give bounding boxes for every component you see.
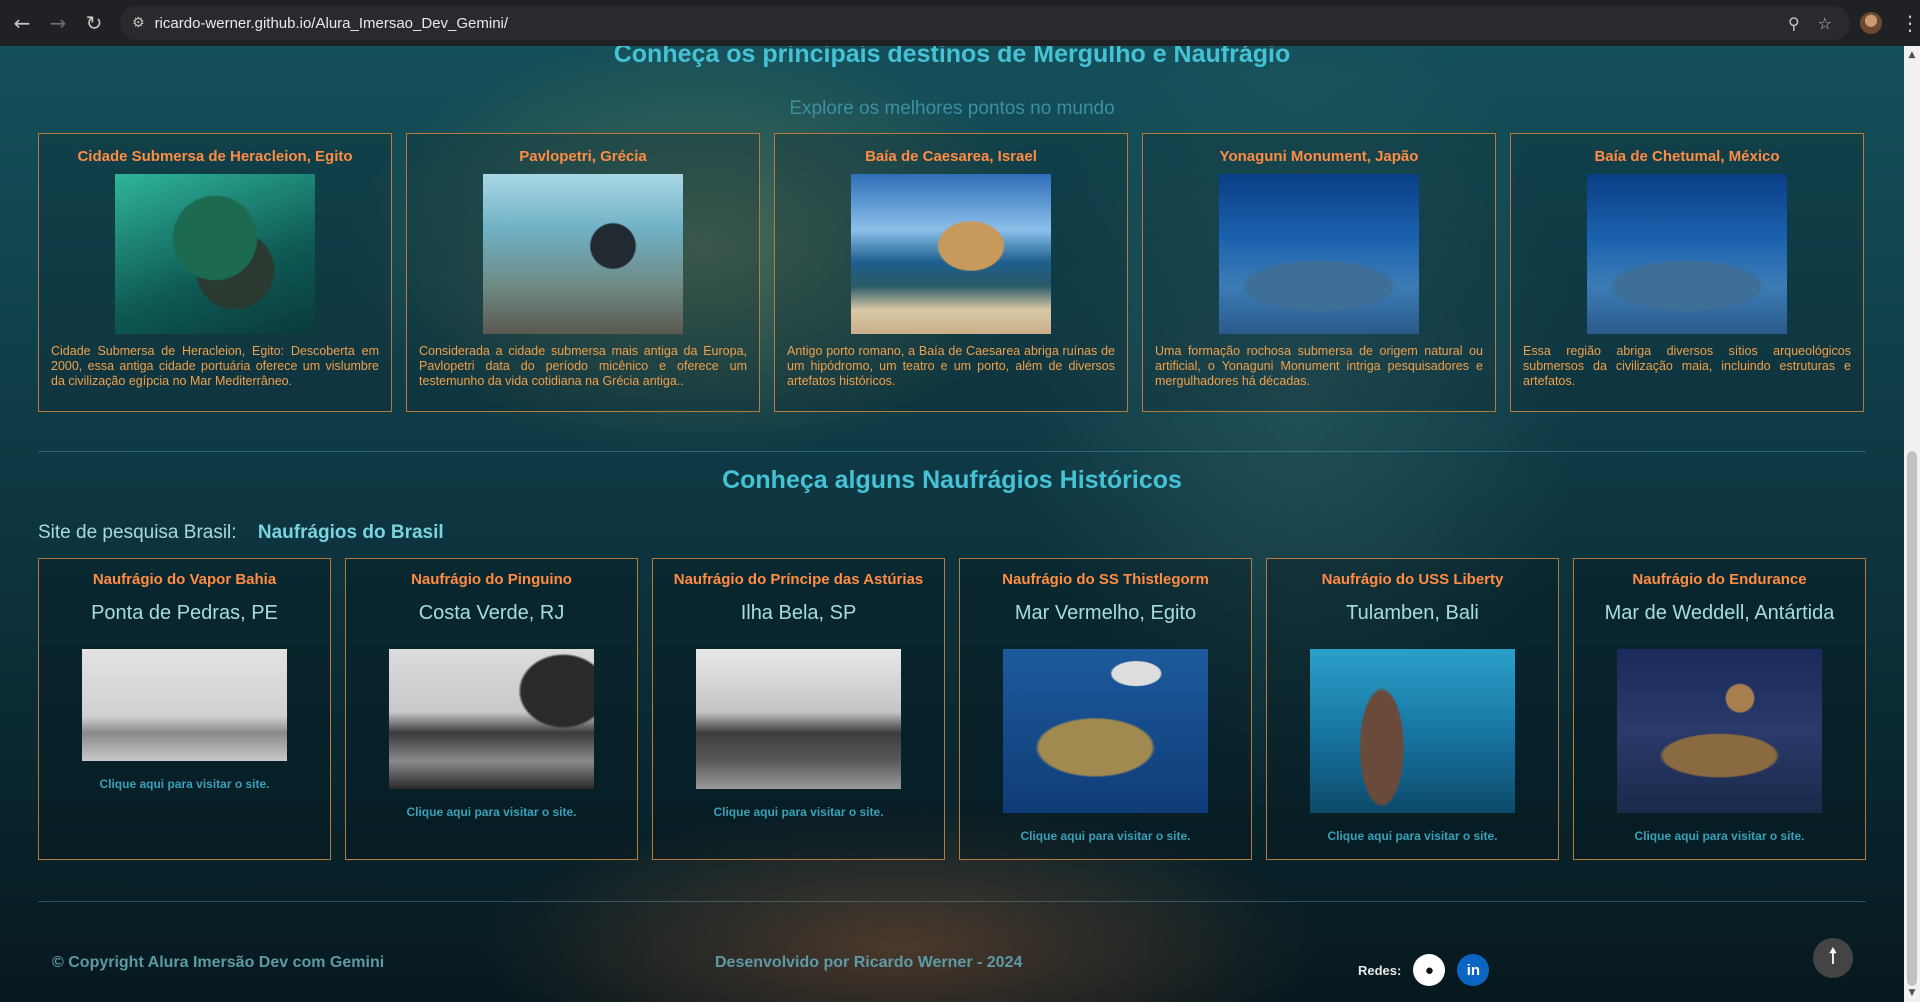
wreck-card: Naufrágio do Vapor Bahia Ponta de Pedras… [38,558,331,860]
destination-image [1219,174,1419,334]
back-button[interactable]: ← [4,5,40,41]
research-label: Site de pesquisa Brasil: [38,522,237,543]
destination-description: Cidade Submersa de Heracleion, Egito: De… [51,344,379,388]
scroll-up-arrow-icon[interactable]: ▲ [1907,50,1917,60]
back-to-top-button[interactable]: 🠕 [1813,938,1853,978]
wrecks-list: Naufrágio do Vapor Bahia Ponta de Pedras… [38,558,1866,860]
wreck-location: Ponta de Pedras, PE [91,602,278,624]
forward-button[interactable]: → [40,5,76,41]
destination-description: Uma formação rochosa submersa de origem … [1155,344,1483,388]
destination-title: Pavlopetri, Grécia [519,148,647,165]
star-icon[interactable]: ☆ [1818,14,1832,33]
destination-description: Antigo porto romano, a Baía de Caesarea … [787,344,1115,388]
research-link[interactable]: Naufrágios do Brasil [258,522,444,543]
wreck-title: Naufrágio do SS Thistlegorm [1002,571,1209,588]
developer-credit: Desenvolvido por Ricardo Werner - 2024 [715,954,1023,971]
destination-image [851,174,1051,334]
linkedin-icon[interactable]: in [1457,954,1490,986]
destination-description: Considerada a cidade submersa mais antig… [419,344,747,388]
wreck-location: Mar de Weddell, Antártida [1604,602,1835,624]
destination-image [483,174,683,334]
page-viewport: Conheça os principais destinos de Mergul… [0,46,1904,1002]
wreck-site-link[interactable]: Clique aqui para visitar o site. [99,777,269,791]
arrow-left-icon: ← [13,11,31,35]
footer-divider [38,901,1866,902]
scroll-thumb[interactable] [1907,451,1917,986]
page-scrollbar[interactable]: ▲ ▼ [1904,46,1920,1002]
wrecks-title: Conheça alguns Naufrágios Históricos [722,466,1182,494]
wreck-card: Naufrágio do SS Thistlegorm Mar Vermelho… [959,558,1252,860]
wreck-image [82,649,287,761]
scroll-down-arrow-icon[interactable]: ▼ [1907,988,1917,998]
wreck-title: Naufrágio do Pinguino [411,571,572,588]
destination-card: Yonaguni Monument, Japão Uma formação ro… [1142,133,1496,412]
social-links: Redes: ● in [1358,954,1490,986]
destination-title: Yonaguni Monument, Japão [1219,148,1419,165]
wreck-title: Naufrágio do USS Liberty [1321,571,1504,588]
wreck-site-link[interactable]: Clique aqui para visitar o site. [1634,829,1804,843]
destination-description: Essa região abriga diversos sítios arque… [1523,344,1851,388]
wreck-card: Naufrágio do Endurance Mar de Weddell, A… [1573,558,1866,860]
destinations-list: Cidade Submersa de Heracleion, Egito Cid… [38,133,1864,412]
wreck-card: Naufrágio do Pinguino Costa Verde, RJ Cl… [345,558,638,860]
destination-card: Cidade Submersa de Heracleion, Egito Cid… [38,133,392,412]
browser-toolbar: ← → ↻ ⚙ ricardo-werner.github.io/Alura_I… [0,0,1920,46]
copyright-text: © Copyright Alura Imersão Dev com Gemini [52,954,385,971]
reload-button[interactable]: ↻ [76,5,112,41]
social-label: Redes: [1358,962,1402,978]
wreck-location: Tulamben, Bali [1346,602,1479,624]
destination-card: Pavlopetri, Grécia Considerada a cidade … [406,133,760,412]
github-icon[interactable]: ● [1413,954,1446,986]
destinations-subtitle: Explore os melhores pontos no mundo [789,98,1115,119]
reload-icon: ↻ [85,11,103,35]
wreck-location: Costa Verde, RJ [418,602,565,624]
kebab-menu-icon[interactable]: ⋮ [1900,11,1920,35]
address-bar[interactable]: ⚙ ricardo-werner.github.io/Alura_Imersao… [120,6,1850,40]
destination-title: Baía de Chetumal, México [1594,148,1780,165]
wreck-title: Naufrágio do Príncipe das Astúrias [673,571,924,588]
wreck-title: Naufrágio do Endurance [1632,571,1807,588]
wreck-image [696,649,901,789]
profile-avatar[interactable] [1860,12,1882,34]
destination-card: Baía de Caesarea, Israel Antigo porto ro… [774,133,1128,412]
zoom-icon[interactable]: ⚲ [1788,14,1800,33]
arrow-right-icon: → [49,11,67,35]
wreck-card: Naufrágio do Príncipe das Astúrias Ilha … [652,558,945,860]
site-info-icon[interactable]: ⚙ [132,15,145,31]
wreck-image [1310,649,1515,813]
section-divider [38,451,1866,452]
wreck-title: Naufrágio do Vapor Bahia [92,571,277,588]
destination-image [1587,174,1787,334]
wreck-site-link[interactable]: Clique aqui para visitar o site. [1020,829,1190,843]
research-line: Site de pesquisa Brasil: Naufrágios do B… [38,522,444,544]
wreck-site-link[interactable]: Clique aqui para visitar o site. [1327,829,1497,843]
wreck-image [1617,649,1822,813]
wreck-site-link[interactable]: Clique aqui para visitar o site. [406,805,576,819]
wreck-site-link[interactable]: Clique aqui para visitar o site. [713,805,883,819]
arrow-up-icon: 🠕 [1828,944,1838,969]
wreck-card: Naufrágio do USS Liberty Tulamben, Bali … [1266,558,1559,860]
destination-card: Baía de Chetumal, México Essa região abr… [1510,133,1864,412]
destination-title: Cidade Submersa de Heracleion, Egito [77,148,353,165]
destination-image [115,174,315,334]
url-text[interactable]: ricardo-werner.github.io/Alura_Imersao_D… [155,15,1788,32]
destination-title: Baía de Caesarea, Israel [865,148,1037,165]
wreck-image [389,649,594,789]
wreck-location: Mar Vermelho, Egito [1014,602,1197,624]
destinations-title: Conheça os principais destinos de Mergul… [613,46,1291,68]
wreck-image [1003,649,1208,813]
wreck-location: Ilha Bela, SP [740,602,857,624]
